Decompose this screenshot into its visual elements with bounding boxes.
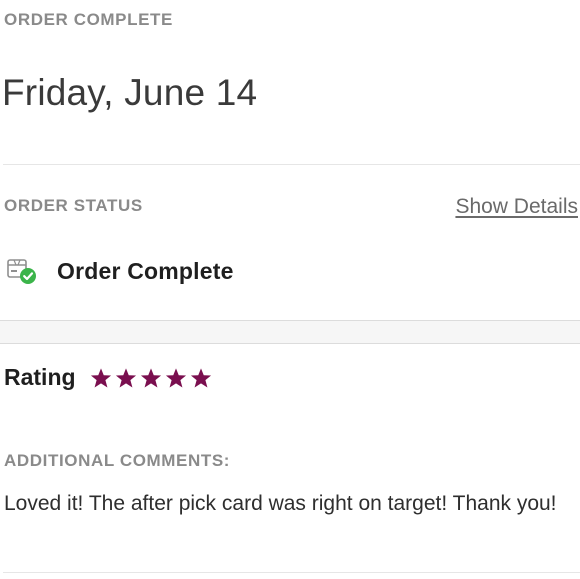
rating-label: Rating <box>4 364 76 390</box>
show-details-link[interactable]: Show Details <box>455 195 578 219</box>
order-date-title: Friday, June 14 <box>2 72 258 113</box>
star-icon <box>190 367 211 387</box>
comment-text: Loved it! The after pick card was right … <box>4 492 557 515</box>
additional-comments-label: ADDITIONAL COMMENTS: <box>4 451 231 470</box>
rating-stars <box>90 367 212 389</box>
divider <box>3 164 580 165</box>
order-complete-label: ORDER COMPLETE <box>4 10 173 29</box>
star-icon <box>115 367 136 387</box>
order-page: ORDER COMPLETE Friday, June 14 ORDER STA… <box>0 0 580 579</box>
star-icon <box>165 367 186 387</box>
divider <box>3 572 580 573</box>
order-status-row: Order Complete <box>7 255 234 287</box>
order-status-text: Order Complete <box>57 257 234 284</box>
section-separator <box>0 320 580 344</box>
star-icon <box>140 367 161 387</box>
star-icon <box>90 367 111 387</box>
order-status-label: ORDER STATUS <box>4 196 143 215</box>
package-check-icon <box>7 255 39 287</box>
rating-row: Rating <box>4 364 212 391</box>
